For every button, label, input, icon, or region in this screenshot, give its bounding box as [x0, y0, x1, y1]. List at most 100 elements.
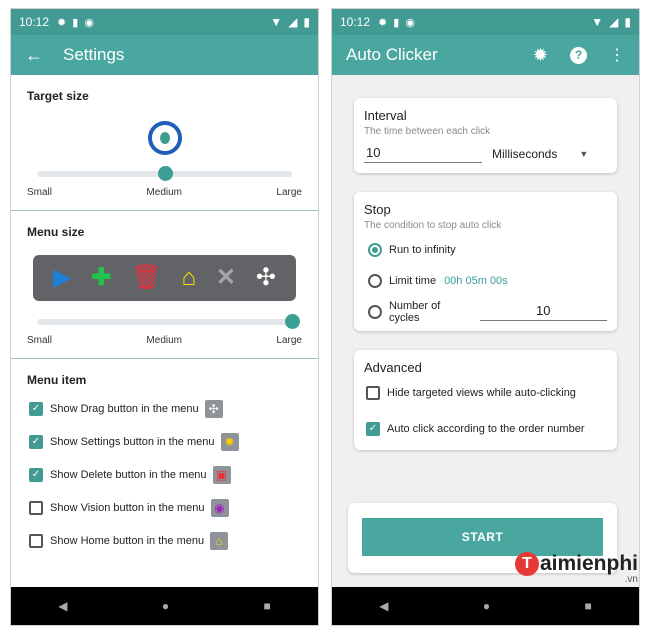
slider-label-large: Large [276, 187, 302, 198]
checkbox[interactable]: ✓ [29, 434, 43, 449]
nav-home-icon[interactable]: ● [483, 599, 490, 613]
section-title: Menu item [27, 373, 87, 387]
target-preview-icon [147, 121, 182, 155]
slider-thumb[interactable] [157, 166, 173, 181]
radio-button[interactable] [368, 304, 382, 319]
checkbox[interactable] [29, 500, 43, 515]
battery-icon: ▮ [624, 15, 631, 29]
page-title: Auto Clicker [346, 45, 438, 64]
slider-label-medium: Medium [146, 335, 182, 346]
card-title: Stop [364, 202, 391, 217]
advanced-card: Advanced Hide targeted views while auto-… [354, 350, 617, 450]
menu-size-slider[interactable] [37, 311, 300, 331]
settings-gear-icon[interactable]: ✹ [533, 45, 548, 66]
status-time: 10:12 [340, 15, 371, 29]
radio-button[interactable] [368, 273, 382, 288]
menu-item-drag[interactable]: ✓ Show Drag button in the menu ✣ [27, 397, 302, 420]
slider-label-small: Small [27, 187, 53, 198]
radio-button[interactable] [368, 242, 382, 257]
app-bar: Auto Clicker ✹ ? ⋮ [332, 35, 639, 75]
menu-item-vision[interactable]: Show Vision button in the menu ◉ [27, 496, 302, 519]
interval-unit-select[interactable]: Milliseconds ▼ [492, 147, 588, 163]
nav-bar: ◀ ● ■ [332, 587, 639, 625]
limit-time-value[interactable]: 00h 05m 00s [444, 275, 508, 287]
delete-icon: 🗑︎ [131, 264, 162, 291]
back-arrow-icon[interactable]: ← [25, 45, 43, 66]
page-title: Settings [63, 45, 125, 64]
settings-screen: 10:12 ✹ ▮ ◉ ▼ ◢ ▮ ← Settings Target size… [10, 8, 319, 626]
start-button[interactable]: START [362, 518, 603, 556]
slider-label-large: Large [276, 335, 302, 346]
watermark-domain: .vn [624, 574, 638, 585]
nav-recents-icon[interactable]: ■ [585, 599, 592, 613]
radio-run-to-infinity[interactable]: Run to infinity [364, 240, 607, 259]
watermark-initial: T [514, 552, 539, 576]
target-size-slider[interactable] [37, 163, 292, 183]
slider-label-small: Small [27, 335, 53, 346]
interval-input[interactable]: 10 [364, 143, 482, 163]
checkbox[interactable]: ✓ [366, 421, 380, 436]
watermark-logo: T aimienphi .vn [514, 552, 638, 585]
gear-icon: ✹ [378, 16, 388, 29]
checkbox[interactable] [29, 533, 43, 548]
slider-label-medium: Medium [146, 187, 182, 198]
signal-icon: ◢ [288, 15, 298, 29]
sd-card-icon: ▮ [72, 16, 79, 29]
cycles-input[interactable]: 10 [479, 303, 607, 321]
dropdown-arrow-icon: ▼ [579, 149, 589, 159]
wifi-icon: ▼ [591, 15, 604, 29]
drag-icon: ✣ [255, 264, 276, 291]
more-options-icon[interactable]: ⋮ [609, 45, 625, 65]
status-time: 10:12 [19, 15, 50, 29]
card-title: Advanced [364, 360, 422, 375]
checkbox[interactable] [366, 385, 380, 400]
signal-icon: ◢ [609, 15, 619, 29]
section-title: Target size [27, 89, 89, 103]
checkbox[interactable]: ✓ [29, 467, 43, 482]
nav-back-icon[interactable]: ◀ [379, 599, 388, 613]
eye-icon: ◉ [210, 498, 229, 517]
home-icon: ⌂ [210, 531, 229, 550]
radio-limit-time[interactable]: Limit time 00h 05m 00s [364, 271, 607, 290]
home-icon: ⌂ [181, 264, 197, 291]
card-subtitle: The condition to stop auto click [364, 220, 502, 231]
menu-item-delete[interactable]: ✓ Show Delete button in the menu ▣ [27, 463, 302, 486]
card-subtitle: The time between each click [364, 126, 491, 137]
battery-icon: ▮ [303, 15, 310, 29]
sync-icon: ◉ [84, 16, 94, 29]
play-icon: ▶ [52, 264, 72, 291]
order-number-option[interactable]: ✓ Auto click according to the order numb… [364, 417, 607, 440]
auto-clicker-screen: 10:12 ✹ ▮ ◉ ▼ ◢ ▮ Auto Clicker ✹ ? ⋮ Int… [331, 8, 640, 626]
menu-item-section: Menu item ✓ Show Drag button in the menu… [11, 359, 318, 564]
nav-home-icon[interactable]: ● [162, 599, 169, 613]
menu-item-home[interactable]: Show Home button in the menu ⌂ [27, 529, 302, 552]
sd-card-icon: ▮ [393, 16, 400, 29]
gear-icon: ✹ [57, 16, 67, 29]
status-bar: 10:12 ✹ ▮ ◉ ▼ ◢ ▮ [332, 9, 639, 35]
sync-icon: ◉ [405, 16, 415, 29]
drag-icon: ✣ [204, 399, 223, 418]
nav-recents-icon[interactable]: ■ [264, 599, 271, 613]
app-bar: ← Settings [11, 35, 318, 75]
target-size-section: Target size Small Medium Large [11, 75, 318, 211]
close-icon: ✕ [215, 264, 237, 291]
gear-icon: ✹ [220, 432, 239, 451]
hide-targeted-views-option[interactable]: Hide targeted views while auto-clicking [364, 381, 607, 404]
nav-bar: ◀ ● ■ [11, 587, 318, 625]
delete-icon: ▣ [212, 465, 231, 484]
nav-back-icon[interactable]: ◀ [58, 599, 67, 613]
checkbox[interactable]: ✓ [29, 401, 43, 416]
slider-thumb[interactable] [285, 314, 300, 329]
radio-number-of-cycles[interactable]: Number of cycles 10 [364, 300, 607, 324]
interval-card: Interval The time between each click 10 … [354, 98, 617, 173]
menu-size-section: Menu size ▶ ✚ 🗑︎ ⌂ ✕ ✣ Small Medium Larg… [11, 211, 318, 359]
plus-icon: ✚ [91, 264, 112, 291]
interval-unit-value: Milliseconds [492, 147, 558, 161]
help-icon[interactable]: ? [570, 46, 587, 64]
wifi-icon: ▼ [270, 15, 283, 29]
card-title: Interval [364, 108, 407, 123]
menu-item-settings[interactable]: ✓ Show Settings button in the menu ✹ [27, 430, 302, 453]
watermark-text: aimienphi [539, 552, 638, 575]
status-bar: 10:12 ✹ ▮ ◉ ▼ ◢ ▮ [11, 9, 318, 35]
section-title: Menu size [27, 225, 85, 239]
